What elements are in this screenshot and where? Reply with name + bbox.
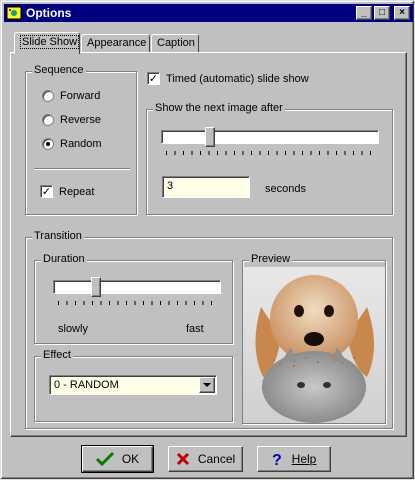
- checkbox-label: Timed (automatic) slide show: [166, 72, 309, 85]
- radio-forward[interactable]: Forward: [42, 90, 100, 102]
- seconds-label: seconds: [265, 183, 306, 195]
- question-icon: ?: [272, 452, 282, 467]
- maximize-button[interactable]: □: [374, 6, 390, 20]
- window-title: Options: [26, 6, 72, 20]
- radio-random[interactable]: Random: [42, 138, 102, 150]
- checkmark-icon: [95, 451, 114, 467]
- radio-circle[interactable]: [42, 114, 54, 126]
- options-window: Options _ □ × Slide Show Appearance Capt…: [0, 0, 415, 480]
- slowly-label: slowly: [58, 323, 88, 335]
- duration-group: Duration slowly fast: [34, 253, 233, 344]
- repeat-checkbox[interactable]: ✓ Repeat: [40, 185, 94, 198]
- tab-slide-show[interactable]: Slide Show: [14, 32, 80, 54]
- duration-slider-thumb[interactable]: [90, 277, 101, 297]
- fast-label: fast: [186, 323, 204, 335]
- cancel-button[interactable]: Cancel: [168, 446, 243, 472]
- seconds-input[interactable]: 3: [162, 176, 250, 198]
- app-icon: [6, 6, 22, 20]
- preview-label: Preview: [249, 253, 293, 265]
- duration-slider-ticks: [58, 301, 218, 305]
- checkbox-label: Repeat: [59, 185, 95, 198]
- duration-slider-track[interactable]: [53, 280, 221, 294]
- next-image-group: Show the next image after 3 seconds: [146, 102, 393, 215]
- ok-button[interactable]: OK: [81, 445, 154, 473]
- interval-slider-thumb[interactable]: [204, 127, 215, 147]
- timed-checkbox[interactable]: ✓ Timed (automatic) slide show: [147, 72, 309, 85]
- checkbox-box[interactable]: ✓: [40, 185, 53, 198]
- minimize-button[interactable]: _: [356, 6, 372, 20]
- preview-image: [243, 267, 385, 423]
- effect-dropdown[interactable]: 0 - RANDOM: [49, 375, 217, 395]
- effect-selected-value: 0 - RANDOM: [54, 379, 119, 391]
- title-bar[interactable]: Options _ □ ×: [4, 4, 413, 22]
- tab-label: Slide Show: [20, 35, 80, 49]
- tab-caption[interactable]: Caption: [151, 34, 199, 53]
- preview-group: Preview: [242, 253, 386, 424]
- chevron-down-icon: [203, 382, 211, 387]
- radio-label: Forward: [60, 90, 101, 102]
- transition-group: Transition Duration slowly fast Effect 0…: [25, 230, 393, 429]
- transition-label: Transition: [32, 230, 84, 242]
- interval-slider-track[interactable]: [161, 130, 379, 144]
- close-button[interactable]: ×: [394, 6, 410, 20]
- effect-group: Effect 0 - RANDOM: [34, 349, 233, 422]
- radio-reverse[interactable]: Reverse: [42, 114, 101, 126]
- sequence-group: Sequence Forward Reverse Random ✓ Repeat: [25, 64, 137, 215]
- radio-circle[interactable]: [42, 138, 54, 150]
- radio-label: Random: [60, 138, 102, 150]
- tab-label: Caption: [157, 37, 195, 49]
- sequence-label: Sequence: [32, 64, 86, 76]
- x-icon: [176, 452, 189, 466]
- duration-label: Duration: [41, 253, 87, 265]
- checkbox-box[interactable]: ✓: [147, 72, 160, 85]
- tab-appearance[interactable]: Appearance: [81, 34, 150, 53]
- cancel-label: Cancel: [197, 452, 236, 466]
- effect-label: Effect: [41, 349, 73, 361]
- interval-slider-ticks: [166, 151, 376, 155]
- radio-label: Reverse: [60, 114, 101, 126]
- help-button[interactable]: ? Help: [257, 446, 331, 472]
- tab-label: Appearance: [87, 37, 147, 49]
- radio-circle[interactable]: [42, 90, 54, 102]
- svg-text:?: ?: [272, 452, 282, 467]
- help-label: Help: [291, 452, 317, 466]
- next-image-label: Show the next image after: [153, 102, 285, 114]
- dropdown-arrow-button[interactable]: [199, 377, 215, 393]
- ok-label: OK: [121, 452, 140, 466]
- divider: [34, 168, 130, 170]
- slide-show-panel: Sequence Forward Reverse Random ✓ Repeat…: [10, 52, 407, 437]
